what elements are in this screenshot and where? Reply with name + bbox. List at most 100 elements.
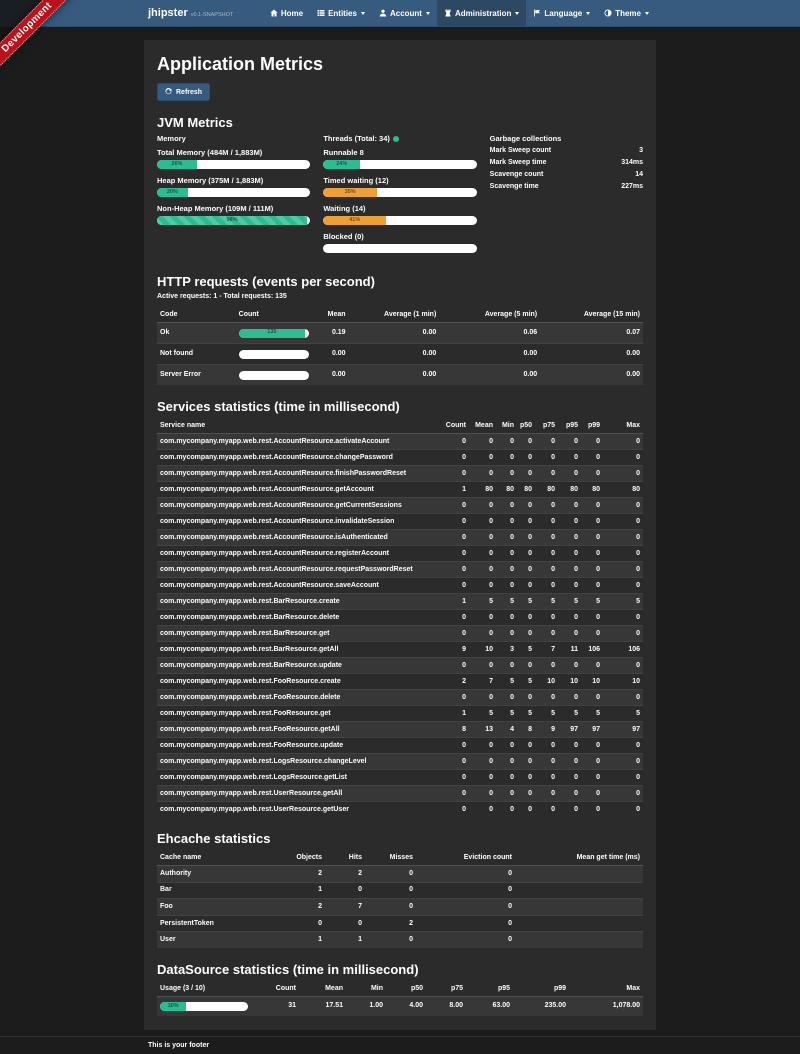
value-cell: 0	[433, 498, 469, 514]
nav-item-label: Language	[544, 9, 582, 18]
column-header: Mean	[469, 418, 496, 434]
cache-name-cell: Foo	[157, 899, 281, 916]
progress-fill: 41%	[323, 216, 386, 225]
value-cell: 0	[558, 514, 581, 530]
http-count-cell	[236, 365, 313, 386]
brand-name: jhipster	[148, 7, 188, 19]
column-header: Min	[346, 981, 386, 997]
service-name-cell: com.mycompany.myapp.web.rest.FooResource…	[157, 706, 433, 722]
value-cell: 0	[469, 578, 496, 594]
metric-label: Non-Heap Memory (109M / 111M)	[157, 204, 310, 213]
refresh-button[interactable]: Refresh	[157, 83, 210, 101]
value-cell: 0	[517, 738, 535, 754]
nav-item-account[interactable]: Account	[372, 0, 437, 26]
value-cell: 0	[558, 690, 581, 706]
value-cell: 0	[496, 626, 517, 642]
value-cell: 0	[433, 562, 469, 578]
gc-label: Scavenge count	[490, 170, 544, 179]
nav-item-theme[interactable]: Theme	[597, 0, 656, 26]
jvm-gc-column: Garbage collections Mark Sweep count3Mar…	[490, 134, 643, 260]
value-cell: 0	[603, 786, 643, 802]
count-bar: 135	[239, 329, 309, 338]
value-cell: 0.00	[540, 365, 643, 386]
table-row: com.mycompany.myapp.web.rest.AccountReso…	[157, 514, 643, 530]
value-cell: 0	[603, 498, 643, 514]
table-row: Foo2700	[157, 899, 643, 916]
value-cell: 0.00	[312, 344, 348, 365]
table-row: com.mycompany.myapp.web.rest.BarResource…	[157, 642, 643, 658]
nav-item-entities[interactable]: Entities	[310, 0, 372, 26]
value-cell: 0.19	[312, 323, 348, 344]
brand[interactable]: jhipster v0.1-SNAPSHOT	[144, 0, 237, 26]
gc-label: Mark Sweep count	[490, 146, 551, 155]
value-cell: 5	[535, 594, 558, 610]
jvm-metrics-grid: Memory Total Memory (484M / 1,883M)26%He…	[157, 134, 643, 260]
tower-icon	[444, 9, 452, 17]
progress-label: 35%	[345, 190, 356, 196]
value-cell: 0	[603, 466, 643, 482]
nav-item-language[interactable]: Language	[526, 0, 597, 26]
value-cell: 0	[535, 658, 558, 674]
value-cell: 0	[581, 770, 603, 786]
memory-heading: Memory	[157, 134, 310, 143]
value-cell: 0	[469, 498, 496, 514]
value-cell: 0	[535, 802, 558, 818]
service-name-cell: com.mycompany.myapp.web.rest.AccountReso…	[157, 514, 433, 530]
value-cell: 0	[469, 610, 496, 626]
http-code-cell: Server Error	[157, 365, 236, 386]
value-cell: 0.00	[349, 323, 440, 344]
value-cell: 0	[535, 498, 558, 514]
nav-item-home[interactable]: Home	[263, 0, 310, 26]
table-row: com.mycompany.myapp.web.rest.FooResource…	[157, 674, 643, 690]
value-cell: 0	[281, 915, 325, 932]
theme-icon	[604, 9, 612, 17]
table-row: Ok1350.190.000.060.07	[157, 323, 643, 344]
table-row: Authority2200	[157, 866, 643, 883]
progress-bar: 35%	[323, 188, 476, 197]
http-count-cell: 135	[236, 323, 313, 344]
value-cell: 1	[433, 482, 469, 498]
column-header: Min	[496, 418, 517, 434]
value-cell: 80	[603, 482, 643, 498]
value-cell: 0	[469, 802, 496, 818]
service-name-cell: com.mycompany.myapp.web.rest.UserResourc…	[157, 786, 433, 802]
usage-bar: 30%	[160, 1002, 248, 1011]
value-cell: 0	[581, 578, 603, 594]
value-cell: 0	[416, 932, 515, 948]
nav-item-label: Account	[390, 9, 422, 18]
value-cell: 97	[603, 722, 643, 738]
table-row: Server Error0.000.000.000.00	[157, 365, 643, 386]
service-name-cell: com.mycompany.myapp.web.rest.BarResource…	[157, 642, 433, 658]
http-requests-heading: HTTP requests (events per second)	[157, 274, 643, 289]
value-cell: 0	[469, 530, 496, 546]
value-cell: 2	[325, 866, 365, 883]
value-cell: 9	[535, 722, 558, 738]
value-cell: 0	[603, 562, 643, 578]
value-cell: 0	[603, 514, 643, 530]
value-cell: 0	[469, 770, 496, 786]
ehcache-heading: Ehcache statistics	[157, 831, 643, 846]
value-cell: 0.00	[439, 344, 540, 365]
value-cell: 80	[581, 482, 603, 498]
caret-down-icon	[361, 12, 365, 15]
service-name-cell: com.mycompany.myapp.web.rest.LogsResourc…	[157, 770, 433, 786]
value-cell: 0	[433, 658, 469, 674]
value-cell: 0	[535, 578, 558, 594]
service-name-cell: com.mycompany.myapp.web.rest.LogsResourc…	[157, 754, 433, 770]
service-name-cell: com.mycompany.myapp.web.rest.AccountReso…	[157, 546, 433, 562]
threads-heading-label: Threads (Total: 34)	[323, 134, 390, 143]
gc-heading: Garbage collections	[490, 134, 643, 143]
value-cell: 0	[581, 546, 603, 562]
nav-item-administration[interactable]: Administration	[437, 0, 526, 26]
value-cell: 0	[535, 450, 558, 466]
value-cell: 0	[535, 786, 558, 802]
value-cell: 0	[433, 450, 469, 466]
value-cell: 8.00	[426, 996, 466, 1016]
gc-row: Scavenge count14	[490, 168, 643, 180]
value-cell: 0	[517, 754, 535, 770]
value-cell: 5	[535, 706, 558, 722]
service-name-cell: com.mycompany.myapp.web.rest.BarResource…	[157, 610, 433, 626]
value-cell: 0	[517, 770, 535, 786]
table-row: com.mycompany.myapp.web.rest.AccountReso…	[157, 466, 643, 482]
value-cell: 0	[496, 770, 517, 786]
